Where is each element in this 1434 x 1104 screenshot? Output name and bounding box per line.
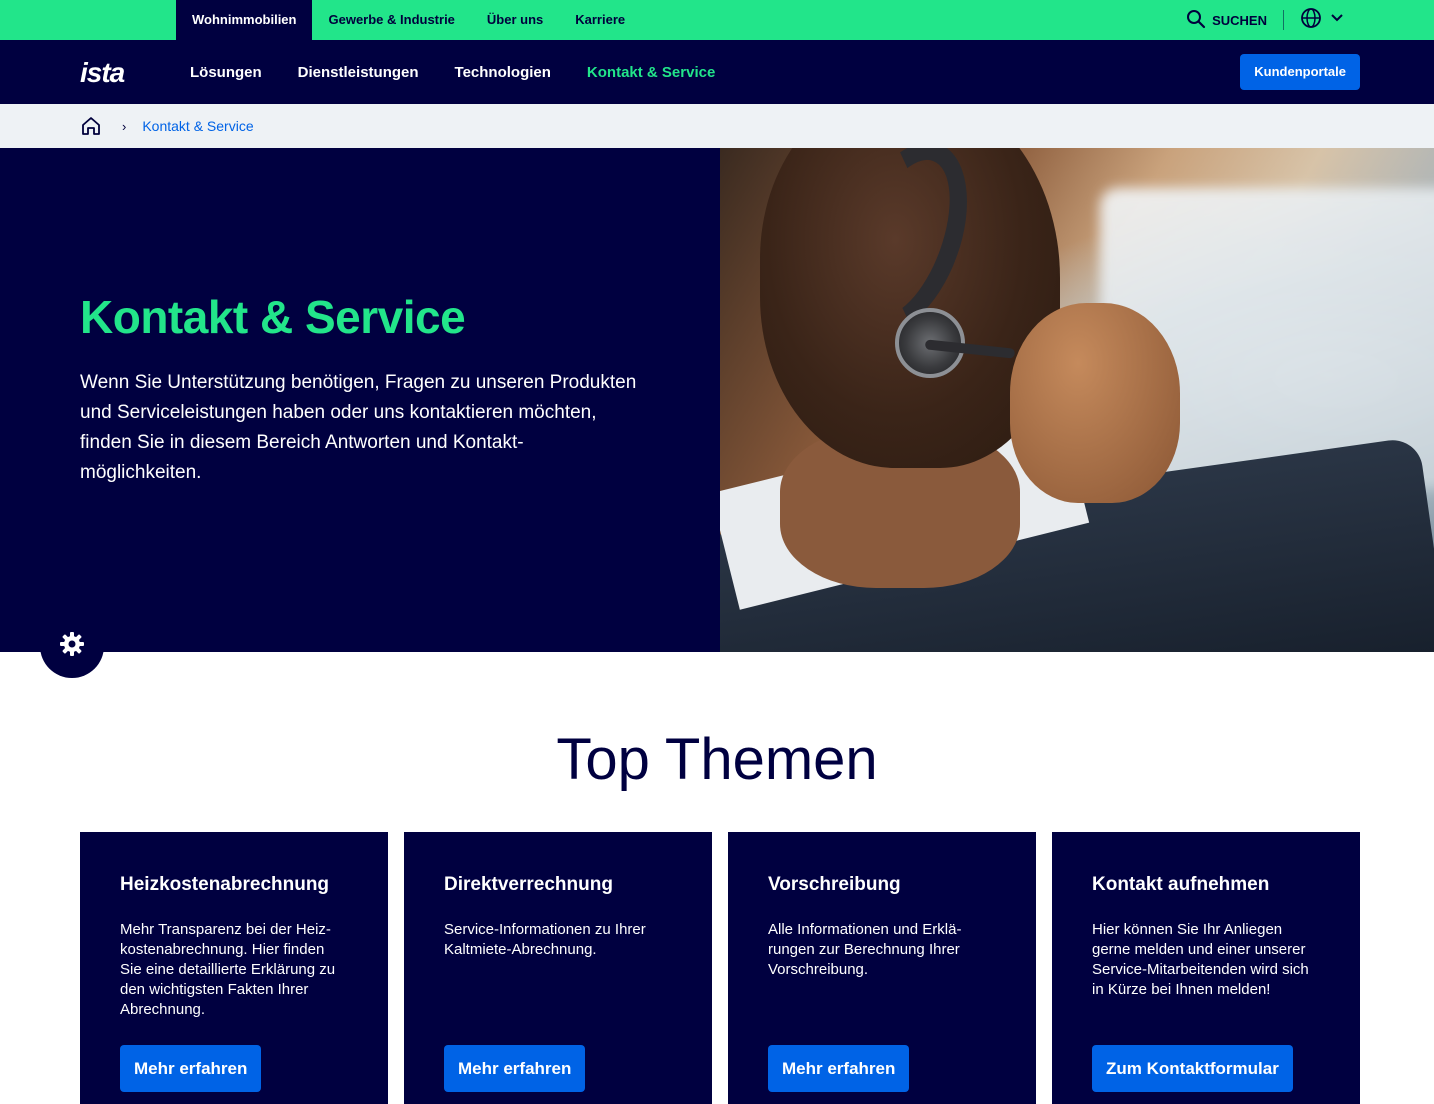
ista-logo[interactable]: ista	[80, 57, 125, 89]
search-button[interactable]: SUCHEN	[1186, 9, 1267, 32]
utility-actions: SUCHEN	[1186, 0, 1344, 40]
hero-title: Kontakt & Service	[80, 291, 466, 343]
gear-icon	[58, 630, 86, 663]
topic-card-text: Service-Informationen zu Ihrer Kaltmiete…	[444, 921, 646, 958]
chevron-right-icon: ›	[122, 118, 127, 134]
mehr-erfahren-button[interactable]: Mehr erfahren	[768, 1045, 910, 1092]
breadcrumb-current[interactable]: Kontakt & Service	[142, 118, 253, 134]
mehr-erfahren-button[interactable]: Mehr erfahren	[444, 1045, 586, 1092]
topic-card: Vorschreibung Alle Informationen und Erk…	[728, 832, 1036, 1104]
nav-kontakt-service[interactable]: Kontakt & Service	[587, 64, 715, 81]
topic-card: Kontakt aufnehmen Hier können Sie Ihr An…	[1052, 832, 1360, 1104]
hero-section: Kontakt & Service Wenn Sie Unterstützung…	[0, 148, 1434, 652]
topic-card-title: Heizkostenabrechnung	[120, 874, 330, 895]
kundenportale-button[interactable]: Kundenportale	[1240, 54, 1360, 90]
topic-card: Heizkostenabrechnung Mehr Transparenz be…	[80, 832, 388, 1104]
globe-icon	[1300, 7, 1322, 34]
topic-card-title: Vorschreibung	[768, 874, 901, 895]
top-utility-bar: Wohnimmobilien Gewerbe & Industrie Über …	[0, 0, 1434, 40]
segment-wohnimmobilien[interactable]: Wohnimmobilien	[176, 0, 313, 40]
mehr-erfahren-button[interactable]: Mehr erfahren	[120, 1045, 262, 1092]
home-icon[interactable]	[80, 115, 102, 137]
segment-karriere[interactable]: Karriere	[559, 0, 641, 40]
search-label: SUCHEN	[1212, 12, 1267, 28]
top-themen-cards: Heizkostenabrechnung Mehr Transparenz be…	[80, 832, 1360, 1104]
segment-ueber-uns[interactable]: Über uns	[471, 0, 559, 40]
nav-loesungen[interactable]: Lösungen	[190, 64, 262, 81]
topic-card-text: Alle Informationen und Erklä-rungen zur …	[768, 921, 962, 978]
topic-card: Direktverrechnung Service-Informationen …	[404, 832, 712, 1104]
topic-card-title: Kontakt aufnehmen	[1092, 874, 1270, 895]
main-navigation: ista Lösungen Dienstleistungen Technolog…	[0, 40, 1434, 104]
topic-card-text: Hier können Sie Ihr Anliegen gerne melde…	[1092, 921, 1309, 998]
segment-nav: Wohnimmobilien Gewerbe & Industrie Über …	[176, 0, 641, 40]
top-themen-heading: Top Themen	[556, 727, 878, 792]
chevron-down-icon	[1330, 11, 1344, 30]
utility-divider	[1283, 10, 1284, 30]
hero-description: Wenn Sie Unterstützung benötigen, Fragen…	[80, 372, 637, 483]
nav-dienstleistungen[interactable]: Dienstleistungen	[298, 64, 419, 81]
segment-gewerbe-industrie[interactable]: Gewerbe & Industrie	[312, 0, 470, 40]
hero-text: Kontakt & Service Wenn Sie Unterstützung…	[80, 290, 640, 488]
cookie-settings-button[interactable]	[40, 614, 104, 678]
breadcrumb: › Kontakt & Service	[0, 104, 1434, 148]
main-nav-items: Lösungen Dienstleistungen Technologien K…	[190, 40, 715, 104]
search-icon	[1186, 9, 1206, 32]
topic-card-title: Direktverrechnung	[444, 874, 613, 895]
topic-card-text: Mehr Transparenz bei der Heiz-kostenabre…	[120, 921, 336, 1018]
hero-image-headset-agent	[720, 148, 1434, 652]
nav-technologien[interactable]: Technologien	[455, 64, 551, 81]
kontaktformular-button[interactable]: Zum Kontaktformular	[1092, 1045, 1293, 1092]
language-selector[interactable]	[1300, 7, 1344, 34]
